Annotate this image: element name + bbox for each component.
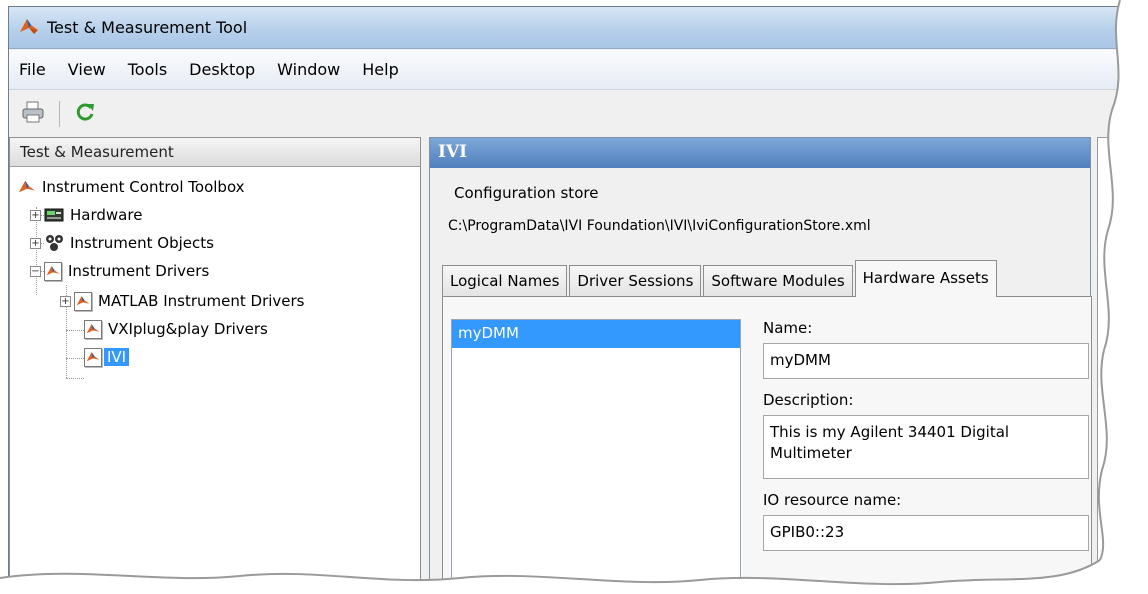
tab-logical-names[interactable]: Logical Names	[442, 265, 568, 297]
configuration-store-path: C:\ProgramData\IVI Foundation\IVI\IviCon…	[448, 218, 871, 234]
menu-window[interactable]: Window	[277, 60, 340, 79]
driver-document-icon	[84, 319, 102, 339]
tab-software-modules[interactable]: Software Modules	[703, 265, 853, 297]
list-number: 3.	[1108, 408, 1121, 423]
tree-item-instrument-control-toolbox[interactable]: Instrument Control Toolbox	[18, 174, 245, 200]
partial-side-panel: 1. 2. 3.	[1097, 137, 1139, 593]
list-item[interactable]: myDMM	[452, 320, 740, 348]
io-resource-name-label: IO resource name:	[763, 491, 902, 509]
printer-icon[interactable]	[21, 101, 45, 127]
matlab-logo-icon	[18, 178, 36, 196]
menu-desktop[interactable]: Desktop	[189, 60, 255, 79]
name-field[interactable]: myDMM	[763, 343, 1089, 379]
refresh-icon[interactable]	[74, 101, 96, 127]
hardware-asset-list[interactable]: myDMM	[451, 319, 741, 591]
menu-bar: File View Tools Desktop Window Help	[9, 50, 1139, 90]
menu-file[interactable]: File	[19, 60, 46, 79]
name-label: Name:	[763, 319, 813, 337]
tree-panel: Test & Measurement Instrument Control To…	[9, 137, 421, 593]
tree-label: Instrument Control Toolbox	[42, 178, 245, 196]
ivi-panel-header: IVI	[430, 138, 1090, 168]
matlab-logo-icon	[19, 16, 39, 40]
expand-icon[interactable]: +	[30, 209, 41, 221]
tab-strip: Logical Names Driver Sessions Software M…	[442, 260, 999, 297]
configuration-store-label: Configuration store	[454, 184, 599, 202]
tree-item-ivi[interactable]: IVI	[84, 344, 130, 370]
toolbar	[9, 91, 1139, 137]
tab-hardware-assets[interactable]: Hardware Assets	[854, 260, 997, 297]
objects-icon	[44, 234, 64, 252]
io-resource-name-field[interactable]: GPIB0::23	[763, 515, 1089, 551]
tree-panel-header: Test & Measurement	[10, 138, 420, 167]
title-bar[interactable]: Test & Measurement Tool	[9, 7, 1139, 49]
tree-item-vxi-drivers[interactable]: VXIplug&play Drivers	[84, 316, 268, 342]
tree-label: MATLAB Instrument Drivers	[98, 292, 305, 310]
menu-help[interactable]: Help	[362, 60, 398, 79]
expand-icon[interactable]: +	[60, 295, 71, 307]
hardware-board-icon	[44, 207, 64, 223]
hardware-assets-tab-content: myDMM Name: myDMM Description: This is m…	[442, 296, 1092, 592]
instrument-tree: Instrument Control Toolbox + Hardware +	[10, 167, 420, 379]
list-number: 2.	[1108, 386, 1121, 401]
driver-document-icon	[44, 261, 62, 281]
tree-item-matlab-instrument-drivers[interactable]: + MATLAB Instrument Drivers	[60, 288, 305, 314]
description-field[interactable]: This is my Agilent 34401 Digital Multime…	[763, 415, 1089, 479]
list-number: 1.	[1108, 364, 1121, 379]
expand-icon[interactable]: +	[30, 237, 41, 249]
menu-view[interactable]: View	[68, 60, 106, 79]
app-window: Test & Measurement Tool File View Tools …	[8, 6, 1140, 594]
driver-document-icon	[84, 347, 102, 367]
tree-label: IVI	[104, 348, 130, 366]
tree-item-instrument-drivers[interactable]: − Instrument Drivers	[30, 258, 209, 284]
tree-item-instrument-objects[interactable]: + Instrument Objects	[30, 230, 214, 256]
description-label: Description:	[763, 391, 854, 409]
tree-label: Instrument Drivers	[68, 262, 210, 280]
tree-label: VXIplug&play Drivers	[108, 320, 268, 338]
menu-tools[interactable]: Tools	[128, 60, 167, 79]
tree-label: Instrument Objects	[70, 234, 214, 252]
tree-label: Hardware	[70, 206, 143, 224]
toolbar-separator	[59, 101, 60, 127]
tree-item-hardware[interactable]: + Hardware	[30, 202, 142, 228]
collapse-icon[interactable]: −	[30, 265, 41, 277]
configuration-store-group: Configuration store C:\ProgramData\IVI F…	[442, 184, 1086, 248]
tab-driver-sessions[interactable]: Driver Sessions	[569, 265, 702, 297]
driver-document-icon	[74, 291, 92, 311]
ivi-panel: IVI Configuration store C:\ProgramData\I…	[429, 137, 1092, 593]
window-title: Test & Measurement Tool	[47, 18, 248, 37]
